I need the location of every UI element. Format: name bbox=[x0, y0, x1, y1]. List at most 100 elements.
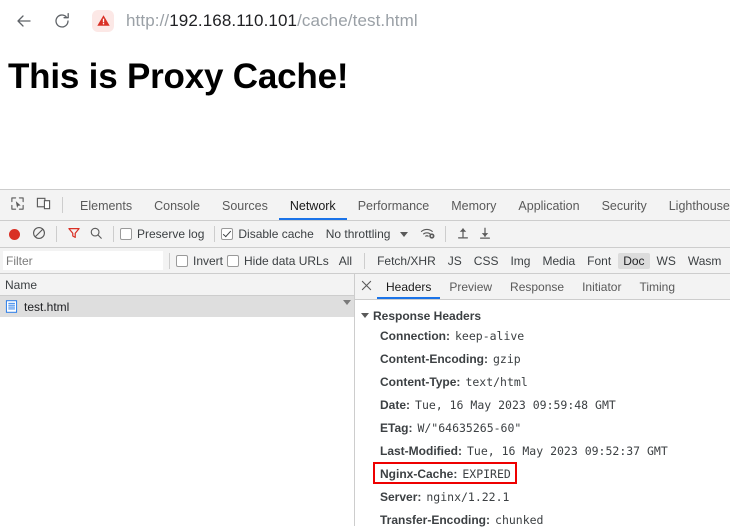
type-filter-wasm[interactable]: Wasm bbox=[683, 253, 727, 269]
tab-lighthouse[interactable]: Lighthouse bbox=[658, 191, 730, 220]
hide-data-urls-label: Hide data URLs bbox=[244, 253, 329, 268]
type-filter-media[interactable]: Media bbox=[537, 253, 580, 269]
tab-network[interactable]: Network bbox=[279, 191, 347, 220]
preserve-log-label: Preserve log bbox=[137, 227, 205, 241]
type-filter-css[interactable]: CSS bbox=[469, 253, 504, 269]
request-list-pane: Name test.html bbox=[0, 274, 355, 526]
network-filter-bar: Invert Hide data URLs All Fetch/XHR JS C… bbox=[0, 248, 730, 274]
type-filter-ws[interactable]: WS bbox=[652, 253, 681, 269]
disable-cache-checkbox[interactable]: Disable cache bbox=[221, 227, 314, 241]
type-filter-font[interactable]: Font bbox=[582, 253, 616, 269]
search-input[interactable] bbox=[3, 251, 163, 270]
document-icon bbox=[5, 300, 18, 313]
header-row-content-encoding: Content-Encoding: gzip bbox=[355, 347, 730, 370]
type-filter-all[interactable]: All bbox=[334, 253, 357, 269]
header-name: Nginx-Cache: bbox=[380, 466, 458, 481]
clear-button[interactable] bbox=[28, 223, 50, 245]
filter-funnel-icon bbox=[67, 226, 81, 243]
type-filter-js[interactable]: JS bbox=[443, 253, 467, 269]
reload-icon bbox=[52, 11, 72, 31]
header-value: Tue, 16 May 2023 09:59:48 GMT bbox=[415, 397, 616, 412]
toolbar-divider bbox=[214, 226, 216, 242]
arrow-left-icon bbox=[14, 11, 34, 31]
close-details-button[interactable] bbox=[355, 276, 377, 298]
tab-console[interactable]: Console bbox=[143, 191, 211, 220]
device-toolbar-icon bbox=[36, 196, 51, 214]
throttling-dropdown[interactable]: No throttling bbox=[326, 227, 391, 241]
details-tab-initiator[interactable]: Initiator bbox=[573, 275, 630, 299]
header-value: keep-alive bbox=[455, 328, 525, 343]
devtools-panel: Elements Console Sources Network Perform… bbox=[0, 189, 730, 527]
network-toolbar: Preserve log Disable cache No throttling bbox=[0, 221, 730, 248]
search-button[interactable] bbox=[85, 223, 107, 245]
tab-sources[interactable]: Sources bbox=[211, 191, 279, 220]
browser-window: http://192.168.110.101/cache/test.html T… bbox=[0, 0, 730, 527]
scroll-down-arrow-icon[interactable] bbox=[343, 300, 351, 305]
preserve-log-checkbox[interactable]: Preserve log bbox=[120, 227, 204, 241]
checkbox-box bbox=[227, 254, 240, 267]
clear-icon bbox=[32, 226, 46, 243]
tab-memory[interactable]: Memory bbox=[440, 191, 507, 220]
details-tab-response[interactable]: Response bbox=[501, 275, 573, 299]
back-button[interactable] bbox=[8, 5, 40, 37]
not-secure-warning-icon[interactable] bbox=[92, 9, 114, 32]
filter-button[interactable] bbox=[63, 223, 85, 245]
response-headers-section-toggle[interactable]: Response Headers bbox=[355, 307, 730, 324]
header-name: Connection: bbox=[380, 328, 450, 343]
header-row-date: Date: Tue, 16 May 2023 09:59:48 GMT bbox=[355, 393, 730, 416]
header-row-last-modified: Last-Modified: Tue, 16 May 2023 09:52:37… bbox=[355, 439, 730, 462]
type-filter-fetch-xhr[interactable]: Fetch/XHR bbox=[372, 253, 441, 269]
toolbar-divider bbox=[169, 252, 170, 269]
reload-button[interactable] bbox=[46, 5, 78, 37]
export-har-icon bbox=[478, 226, 492, 243]
column-header-name[interactable]: Name bbox=[0, 274, 354, 296]
checkbox-box bbox=[176, 254, 188, 267]
tab-performance[interactable]: Performance bbox=[347, 191, 441, 220]
network-conditions-icon bbox=[420, 226, 436, 243]
chevron-down-icon[interactable] bbox=[400, 231, 409, 237]
toolbar-divider bbox=[364, 252, 366, 269]
response-headers-list: Response Headers Connection: keep-alive … bbox=[355, 300, 730, 531]
url-scheme: http:// bbox=[126, 10, 170, 30]
triangle-down-icon bbox=[361, 313, 369, 318]
tab-elements[interactable]: Elements bbox=[69, 191, 143, 220]
tab-application[interactable]: Application bbox=[507, 191, 590, 220]
checkbox-box-checked bbox=[221, 228, 234, 240]
address-bar[interactable]: http://192.168.110.101/cache/test.html bbox=[126, 11, 418, 31]
details-tab-headers[interactable]: Headers bbox=[377, 275, 440, 299]
request-name: test.html bbox=[24, 299, 70, 314]
type-filter-doc[interactable]: Doc bbox=[618, 252, 650, 269]
checkbox-box bbox=[120, 228, 132, 240]
invert-checkbox[interactable]: Invert bbox=[176, 254, 223, 268]
device-toolbar-button[interactable] bbox=[30, 192, 56, 218]
web-page-viewport: This is Proxy Cache! bbox=[0, 41, 730, 189]
browser-toolbar: http://192.168.110.101/cache/test.html bbox=[0, 0, 730, 42]
header-row-content-type: Content-Type: text/html bbox=[355, 370, 730, 393]
toolbar-divider bbox=[56, 226, 57, 242]
import-har-button[interactable] bbox=[452, 223, 474, 245]
hide-data-urls-checkbox[interactable]: Hide data URLs bbox=[227, 254, 329, 268]
inspect-element-button[interactable] bbox=[4, 192, 30, 218]
url-host: 192.168.110.101 bbox=[169, 10, 298, 30]
invert-label: Invert bbox=[193, 253, 224, 268]
header-name: Content-Encoding: bbox=[380, 351, 488, 366]
type-filter-img[interactable]: Img bbox=[505, 253, 535, 269]
record-button-icon[interactable] bbox=[9, 228, 20, 240]
request-details-pane: Headers Preview Response Initiator Timin… bbox=[355, 274, 730, 527]
network-conditions-button[interactable] bbox=[417, 223, 439, 245]
details-tab-timing[interactable]: Timing bbox=[630, 275, 684, 299]
header-value: chunked bbox=[495, 512, 544, 527]
details-tabbar: Headers Preview Response Initiator Timin… bbox=[355, 274, 730, 300]
export-har-button[interactable] bbox=[474, 223, 496, 245]
header-name: Server: bbox=[380, 489, 422, 504]
header-value: nginx/1.22.1 bbox=[426, 489, 510, 504]
header-row-transfer-encoding: Transfer-Encoding: chunked bbox=[355, 508, 730, 531]
header-row-connection: Connection: keep-alive bbox=[355, 324, 730, 347]
devtools-tabbar: Elements Console Sources Network Perform… bbox=[0, 190, 730, 221]
table-row[interactable]: test.html bbox=[0, 296, 354, 317]
import-har-icon bbox=[456, 226, 470, 243]
section-title-label: Response Headers bbox=[373, 308, 482, 323]
tab-security[interactable]: Security bbox=[591, 191, 658, 220]
header-name: ETag: bbox=[380, 420, 413, 435]
details-tab-preview[interactable]: Preview bbox=[440, 275, 501, 299]
